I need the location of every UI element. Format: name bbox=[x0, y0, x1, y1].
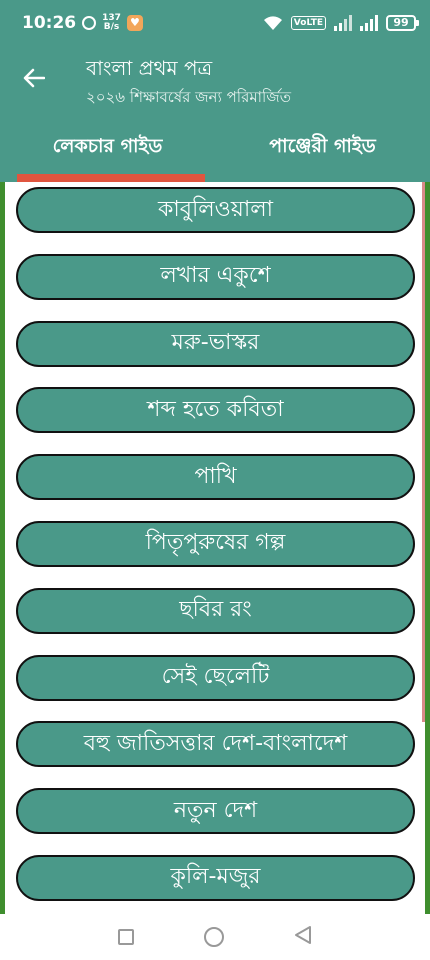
battery-icon: 99 bbox=[386, 15, 419, 31]
chapter-button[interactable]: ছবির রং bbox=[16, 587, 415, 634]
page-subtitle: ২০২৬ শিক্ষাবর্ষের জন্য পরিমার্জিত bbox=[86, 88, 291, 106]
chapter-button[interactable]: কুলি-মজুর bbox=[16, 854, 415, 901]
home-circle-icon[interactable] bbox=[204, 927, 224, 947]
chapter-button[interactable]: শব্দ হতে কবিতা bbox=[16, 387, 415, 434]
status-bar: 10:26 137 B/s ♥ VoLTE 99 bbox=[0, 0, 430, 46]
network-speed-unit: B/s bbox=[103, 22, 120, 32]
arrow-left-icon bbox=[23, 68, 46, 92]
tab-bar: লেকচার গাইড পাঞ্জেরী গাইড bbox=[0, 114, 430, 182]
app-bar: বাংলা প্রথম পত্র ২০২৬ শিক্ষাবর্ষের জন্য … bbox=[0, 46, 430, 114]
chapter-list-container[interactable]: কাবুলিওয়ালা লখার একুশে মরু-ভাস্কর শব্দ … bbox=[0, 182, 430, 914]
tab-lecture-guide[interactable]: লেকচার গাইড bbox=[0, 114, 215, 182]
page-title: বাংলা প্রথম পত্র bbox=[86, 56, 213, 80]
wifi-icon bbox=[263, 15, 283, 31]
chapter-button[interactable]: পিতৃপুরুষের গল্প bbox=[16, 520, 415, 567]
signal-icon-2 bbox=[360, 15, 378, 31]
scrollbar[interactable] bbox=[422, 182, 425, 722]
recents-square-icon[interactable] bbox=[118, 929, 134, 945]
chapter-button[interactable]: পাখি bbox=[16, 454, 415, 501]
back-button[interactable] bbox=[18, 64, 50, 96]
chapter-button[interactable]: লখার একুশে bbox=[16, 253, 415, 300]
status-time: 10:26 bbox=[22, 13, 77, 33]
app-notification-icon: ♥ bbox=[126, 15, 143, 31]
chapter-button[interactable]: নতুন দেশ bbox=[16, 788, 415, 835]
back-triangle-icon[interactable] bbox=[294, 925, 312, 949]
alarm-icon bbox=[82, 16, 97, 30]
signal-icon bbox=[334, 15, 352, 31]
volte-badge: VoLTE bbox=[290, 16, 326, 30]
chapter-button[interactable]: কাবুলিওয়ালা bbox=[16, 187, 415, 233]
chapter-button[interactable]: মরু-ভাস্কর bbox=[16, 320, 415, 367]
network-speed: 137 B/s bbox=[102, 14, 121, 32]
tab-panjeree-guide[interactable]: পাঞ্জেরী গাইড bbox=[215, 114, 430, 182]
chapter-list: কাবুলিওয়ালা লখার একুশে মরু-ভাস্কর শব্দ … bbox=[16, 187, 415, 914]
chapter-button[interactable]: সেই ছেলেটি bbox=[16, 654, 415, 701]
chapter-button[interactable]: বহু জাতিসত্তার দেশ-বাংলাদেশ bbox=[16, 721, 415, 768]
system-nav-bar bbox=[0, 914, 430, 960]
